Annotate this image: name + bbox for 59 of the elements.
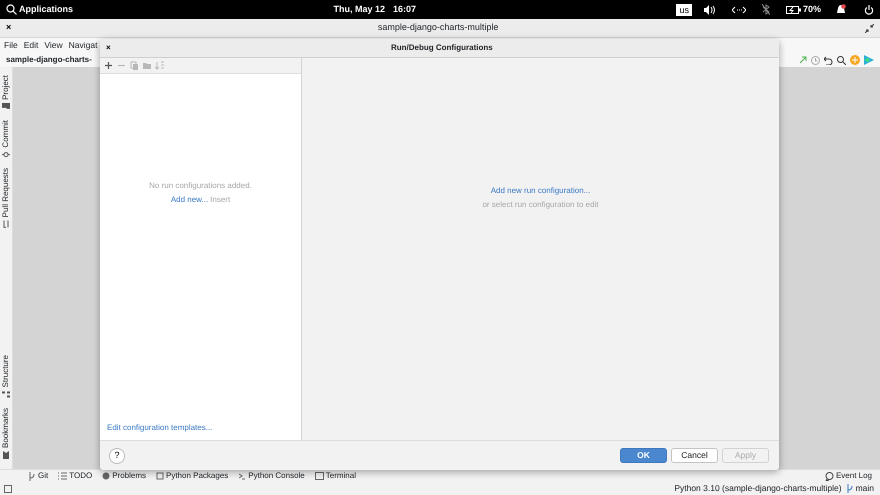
- tool-window-tab[interactable]: Python Packages: [156, 470, 228, 482]
- tool-window-tab[interactable]: Pull Requests: [0, 168, 12, 229]
- restore-icon[interactable]: [865, 24, 874, 32]
- edit-templates-link[interactable]: Edit configuration templates...: [107, 422, 212, 434]
- tool-window-tab[interactable]: Bookmarks: [0, 408, 12, 459]
- tool-window-tab[interactable]: Commit: [0, 120, 12, 158]
- close-button[interactable]: ×: [106, 42, 111, 54]
- commit-icon: [2, 150, 10, 158]
- project-name[interactable]: sample-django-charts-: [6, 54, 92, 66]
- window-title: sample-django-charts-multiple: [378, 21, 498, 34]
- tool-window-tab[interactable]: Problems: [102, 470, 146, 482]
- empty-list-message: No run configurations added.: [149, 180, 252, 192]
- interpreter-status[interactable]: Python 3.10 (sample-django-charts-multiple): [674, 482, 842, 495]
- search-icon[interactable]: [837, 56, 846, 64]
- branch-icon: [28, 472, 36, 480]
- tool-window-tab[interactable]: Structure: [0, 354, 12, 398]
- add-configuration-link[interactable]: Add new run configuration...: [490, 185, 590, 197]
- list-icon: [58, 472, 68, 480]
- battery-icon[interactable]: [786, 6, 801, 14]
- speech-bubble-icon: [824, 472, 834, 480]
- battery-level: 70%: [802, 2, 821, 16]
- shortcut-hint: Insert: [210, 194, 230, 206]
- keyboard-layout-indicator[interactable]: us: [676, 4, 692, 16]
- clock-time[interactable]: 16:07: [392, 2, 416, 16]
- applications-button[interactable]: Applications: [19, 2, 74, 16]
- event-log-tab[interactable]: Event Log: [824, 470, 872, 482]
- tool-window-tab[interactable]: Git: [28, 470, 48, 482]
- bookmark-icon: [2, 451, 10, 459]
- bluetooth-off-icon[interactable]: [762, 4, 770, 15]
- network-icon[interactable]: [732, 4, 746, 14]
- panel-toggle-icon[interactable]: [4, 484, 12, 492]
- arrow-icon[interactable]: [799, 56, 807, 64]
- add-new-link[interactable]: Add new...: [170, 194, 208, 206]
- undo-icon[interactable]: [824, 56, 833, 64]
- structure-icon: [2, 390, 10, 398]
- branch-icon: [846, 484, 854, 493]
- notification-bell-icon[interactable]: [835, 4, 846, 15]
- dialog-button[interactable]: Cancel: [671, 448, 718, 463]
- git-branch-status[interactable]: main: [846, 482, 874, 495]
- clock-date[interactable]: Thu, May 12: [333, 2, 385, 16]
- power-icon[interactable]: [864, 4, 874, 14]
- tool-window-tab[interactable]: Terminal: [314, 470, 356, 482]
- search-icon[interactable]: [6, 4, 17, 15]
- menu-item[interactable]: File: [4, 39, 18, 52]
- tool-window-tab[interactable]: Python Console: [238, 470, 305, 482]
- folder-icon: [2, 102, 10, 110]
- help-button[interactable]: ?: [109, 448, 125, 464]
- volume-icon[interactable]: [704, 4, 716, 14]
- tool-window-tab[interactable]: Project: [0, 75, 12, 110]
- ok-button[interactable]: OK: [620, 448, 667, 463]
- console-icon: [238, 472, 246, 480]
- tool-window-tab[interactable]: TODO: [58, 470, 92, 482]
- menu-item[interactable]: View: [44, 39, 63, 52]
- add-icon[interactable]: [104, 61, 113, 70]
- close-button[interactable]: ×: [6, 21, 12, 35]
- menu-item[interactable]: Edit: [24, 39, 38, 52]
- dialog-title: Run/Debug Configurations: [390, 42, 493, 54]
- hint-text: or select run configuration to edit: [482, 199, 599, 211]
- menu-item[interactable]: Navigat: [68, 39, 98, 52]
